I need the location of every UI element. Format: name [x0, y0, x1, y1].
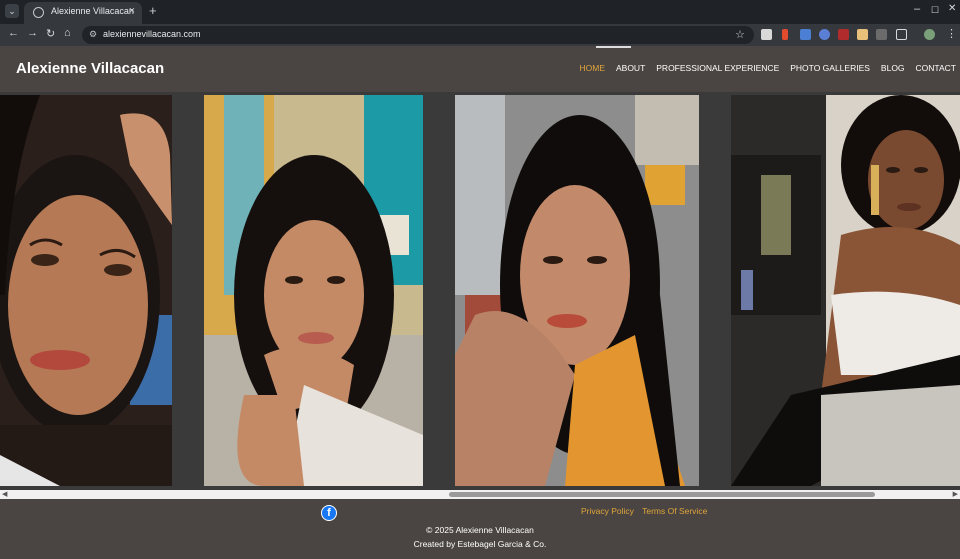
new-tab-button[interactable]: +: [149, 3, 157, 18]
scroll-thumb[interactable]: [449, 492, 875, 497]
scroll-left-arrow-icon[interactable]: ◀: [2, 490, 7, 498]
tab-close-icon[interactable]: ×: [129, 5, 135, 17]
photo-gallery: [0, 92, 960, 490]
extension-icon[interactable]: [857, 29, 868, 40]
gallery-photo-2[interactable]: [204, 95, 423, 486]
nav-contact[interactable]: CONTACT: [916, 63, 956, 73]
url-text[interactable]: alexiennevillacacan.com: [103, 29, 201, 39]
copyright-text: © 2025 Alexienne Villacacan: [426, 525, 534, 535]
footer-links: Privacy Policy Terms Of Service: [581, 506, 713, 516]
site-title[interactable]: Alexienne Villacacan: [16, 60, 164, 77]
site-info-icon[interactable]: ⚙: [89, 29, 97, 40]
browser-tab[interactable]: Alexienne Villacacan ×: [24, 2, 142, 24]
forward-icon[interactable]: →: [27, 27, 38, 39]
facebook-icon[interactable]: f: [321, 505, 337, 521]
maximize-icon[interactable]: ☐: [931, 5, 939, 16]
extension-icon[interactable]: [800, 29, 811, 40]
extension-icon[interactable]: [876, 29, 887, 40]
nav-about[interactable]: ABOUT: [616, 63, 645, 73]
tab-search-icon[interactable]: ⌄: [5, 4, 19, 18]
extension-icon[interactable]: [782, 29, 788, 40]
extension-icon[interactable]: [819, 29, 830, 40]
reload-icon[interactable]: ↻: [46, 27, 55, 40]
main-nav: HOME ABOUT PROFESSIONAL EXPERIENCE PHOTO…: [568, 63, 956, 73]
gallery-scrollbar[interactable]: ◀ ▶: [0, 490, 960, 499]
nav-active-indicator: [596, 46, 631, 48]
extension-icon[interactable]: [761, 29, 772, 40]
browser-tabstrip: ⌄ Alexienne Villacacan × + – ☐ ✕: [0, 0, 960, 24]
tab-title: Alexienne Villacacan: [51, 6, 134, 16]
nav-professional-experience[interactable]: PROFESSIONAL EXPERIENCE: [656, 63, 779, 73]
scroll-right-arrow-icon[interactable]: ▶: [953, 490, 958, 498]
browser-menu-icon[interactable]: ⋮: [946, 27, 957, 40]
gallery-photo-4[interactable]: [731, 95, 960, 486]
site-header: Alexienne Villacacan HOME ABOUT PROFESSI…: [0, 46, 960, 92]
gallery-photo-3[interactable]: [455, 95, 699, 486]
site-footer: f Privacy Policy Terms Of Service © 2025…: [0, 499, 960, 559]
privacy-policy-link[interactable]: Privacy Policy: [581, 506, 634, 516]
terms-of-service-link[interactable]: Terms Of Service: [642, 506, 707, 516]
close-window-icon[interactable]: ✕: [948, 3, 956, 14]
bookmark-star-icon[interactable]: ☆: [735, 28, 745, 41]
browser-toolbar: ← → ↻ ⌂ ⚙ alexiennevillacacan.com ☆ ⋮: [0, 24, 960, 46]
extensions-puzzle-icon[interactable]: [896, 29, 907, 40]
minimize-icon[interactable]: –: [914, 3, 920, 15]
nav-home[interactable]: HOME: [579, 63, 605, 73]
globe-icon: [33, 7, 44, 18]
home-icon[interactable]: ⌂: [64, 27, 71, 39]
profile-avatar[interactable]: [924, 29, 935, 40]
extension-icon[interactable]: [838, 29, 849, 40]
credit-text: Created by Estebagel Garcia & Co.: [413, 539, 547, 549]
address-bar[interactable]: ⚙ alexiennevillacacan.com ☆: [82, 26, 754, 44]
back-icon[interactable]: ←: [8, 27, 19, 39]
gallery-photo-1[interactable]: [0, 95, 172, 486]
nav-blog[interactable]: BLOG: [881, 63, 905, 73]
nav-photo-galleries[interactable]: PHOTO GALLERIES: [790, 63, 870, 73]
